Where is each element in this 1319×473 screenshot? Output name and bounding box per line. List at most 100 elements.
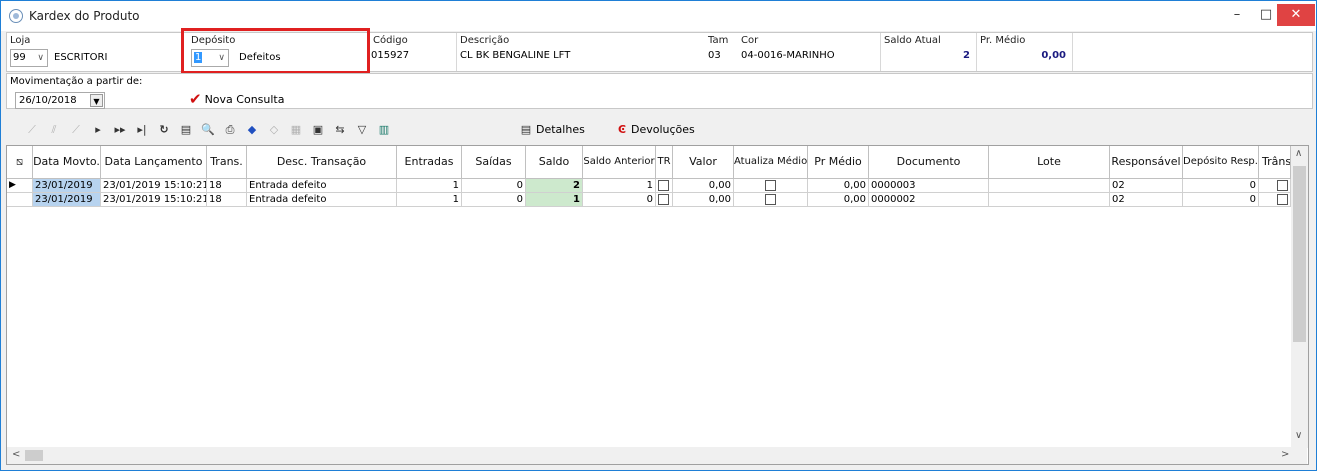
- tam-label: Tam: [708, 35, 729, 46]
- tr-checkbox[interactable]: [658, 193, 669, 205]
- cell-trans[interactable]: 18: [207, 193, 247, 207]
- cor-field: Cor 04-0016-MARINHO: [741, 33, 881, 71]
- cell-saldo[interactable]: 1: [526, 193, 583, 207]
- close-button[interactable]: ✕: [1277, 4, 1315, 26]
- cell-data-lancamento[interactable]: 23/01/2019 15:10:21: [101, 179, 207, 193]
- cell-documento[interactable]: 0000003: [869, 179, 989, 193]
- kardex-grid[interactable]: ⧅ Data Movto. Data Lançamento Trans. Des…: [6, 145, 1309, 465]
- cell-data-movto[interactable]: 23/01/2019: [33, 179, 101, 193]
- col-saidas[interactable]: Saídas: [462, 146, 526, 178]
- grid-header: ⧅ Data Movto. Data Lançamento Trans. Des…: [7, 146, 1307, 179]
- calendar-dropdown-icon[interactable]: ▼: [90, 94, 103, 107]
- codigo-field: Código 015927: [370, 33, 457, 71]
- tam-field: Tam 03: [704, 33, 741, 71]
- devolucoes-button[interactable]: Devoluções: [631, 121, 695, 139]
- cell-pr-medio[interactable]: 0,00: [808, 193, 869, 207]
- col-lote[interactable]: Lote: [989, 146, 1110, 178]
- col-pr-medio[interactable]: Pr Médio: [808, 146, 869, 178]
- excel-icon[interactable]: ▥: [375, 121, 393, 139]
- export-icon[interactable]: ⇆: [331, 121, 349, 139]
- col-atualiza-medio[interactable]: Atualiza Médio: [734, 146, 808, 178]
- cell-deposito-resp[interactable]: 0: [1183, 193, 1259, 207]
- preview-icon[interactable]: 🔍: [199, 121, 217, 139]
- detalhes-button[interactable]: Detalhes: [536, 121, 585, 139]
- saldo-atual-field: Saldo Atual 2: [881, 33, 977, 71]
- row-indicator-header: ⧅: [7, 146, 33, 178]
- cell-data-movto[interactable]: 23/01/2019: [33, 193, 101, 207]
- kardex-window: Kardex do Produto – □ ✕ Loja 99 ∨ ESCRITO…: [0, 0, 1317, 471]
- col-saldo-anterior[interactable]: Saldo Anterior: [583, 146, 656, 178]
- cell-documento[interactable]: 0000002: [869, 193, 989, 207]
- col-documento[interactable]: Documento: [869, 146, 989, 178]
- cell-data-lancamento[interactable]: 23/01/2019 15:10:21: [101, 193, 207, 207]
- col-deposito-resp[interactable]: Depósito Resp.: [1183, 146, 1259, 178]
- transito-checkbox[interactable]: [1277, 179, 1288, 191]
- cell-lote[interactable]: [989, 179, 1110, 193]
- properties-icon[interactable]: ▤: [177, 121, 195, 139]
- col-data-lancamento[interactable]: Data Lançamento: [101, 146, 207, 178]
- print-icon[interactable]: ⎙: [221, 121, 239, 139]
- horizontal-scroll-thumb[interactable]: [25, 450, 43, 461]
- col-transito[interactable]: Trâns: [1259, 146, 1291, 178]
- cell-atualiza-medio: [734, 193, 808, 207]
- table-row[interactable]: 23/01/2019 23/01/2019 15:10:21 18 Entrad…: [7, 193, 1297, 207]
- col-responsavel[interactable]: Responsável: [1110, 146, 1183, 178]
- last-record-icon[interactable]: ▸|: [133, 121, 151, 139]
- cell-desc-transacao[interactable]: Entrada defeito: [247, 193, 397, 207]
- scroll-right-icon[interactable]: >: [1281, 449, 1289, 460]
- atualiza-medio-checkbox[interactable]: [765, 193, 776, 205]
- loja-name: ESCRITORI: [54, 52, 108, 63]
- transito-checkbox[interactable]: [1277, 193, 1288, 205]
- nova-consulta-button[interactable]: ✔ Nova Consulta: [189, 89, 284, 108]
- codigo-label: Código: [373, 35, 408, 46]
- cell-saidas[interactable]: 0: [462, 179, 526, 193]
- cell-entradas[interactable]: 1: [397, 179, 462, 193]
- atualiza-medio-checkbox[interactable]: [765, 179, 776, 191]
- cell-valor[interactable]: 0,00: [673, 179, 734, 193]
- vertical-scroll-thumb[interactable]: [1293, 166, 1306, 342]
- prior-icon[interactable]: ⟋: [67, 121, 85, 139]
- col-data-movto[interactable]: Data Movto.: [33, 146, 101, 178]
- col-valor[interactable]: Valor: [673, 146, 734, 178]
- next-page-icon[interactable]: ▸▸: [111, 121, 129, 139]
- cell-saidas[interactable]: 0: [462, 193, 526, 207]
- cell-entradas[interactable]: 1: [397, 193, 462, 207]
- col-trans[interactable]: Trans.: [207, 146, 247, 178]
- cell-deposito-resp[interactable]: 0: [1183, 179, 1259, 193]
- cell-trans[interactable]: 18: [207, 179, 247, 193]
- col-saldo[interactable]: Saldo: [526, 146, 583, 178]
- tr-checkbox[interactable]: [658, 179, 669, 191]
- cell-lote[interactable]: [989, 193, 1110, 207]
- col-desc-transacao[interactable]: Desc. Transação: [247, 146, 397, 178]
- scroll-up-icon[interactable]: ∧: [1295, 148, 1302, 159]
- current-row-indicator-icon: ▶: [7, 179, 33, 193]
- next-icon[interactable]: ▸: [89, 121, 107, 139]
- cell-saldo-anterior[interactable]: 1: [583, 179, 656, 193]
- cell-responsavel[interactable]: 02: [1110, 193, 1183, 207]
- col-entradas[interactable]: Entradas: [397, 146, 462, 178]
- filter-icon[interactable]: ▽: [353, 121, 371, 139]
- loja-code: 99: [13, 52, 26, 63]
- cell-responsavel[interactable]: 02: [1110, 179, 1183, 193]
- tag-icon[interactable]: ◆: [243, 121, 261, 139]
- loja-select[interactable]: 99 ∨: [10, 49, 48, 67]
- vertical-scrollbar[interactable]: ∧ ∨: [1291, 146, 1308, 448]
- saldo-atual-value: 2: [963, 50, 970, 61]
- col-tr[interactable]: TR: [656, 146, 673, 178]
- descricao-label: Descrição: [460, 35, 510, 46]
- cell-pr-medio[interactable]: 0,00: [808, 179, 869, 193]
- image-icon[interactable]: ▣: [309, 121, 327, 139]
- cor-label: Cor: [741, 35, 759, 46]
- prior-page-icon[interactable]: ⫽: [45, 121, 63, 139]
- first-record-icon[interactable]: ⟋: [23, 121, 41, 139]
- scroll-down-icon[interactable]: ∨: [1295, 430, 1302, 441]
- cell-saldo[interactable]: 2: [526, 179, 583, 193]
- cell-saldo-anterior[interactable]: 0: [583, 193, 656, 207]
- horizontal-scrollbar[interactable]: < >: [7, 447, 1307, 464]
- cell-desc-transacao[interactable]: Entrada defeito: [247, 179, 397, 193]
- cell-valor[interactable]: 0,00: [673, 193, 734, 207]
- refresh-icon[interactable]: ↻: [155, 121, 173, 139]
- table-row[interactable]: ▶ 23/01/2019 23/01/2019 15:10:21 18 Entr…: [7, 179, 1297, 193]
- date-picker[interactable]: 26/10/2018 ▼: [15, 92, 105, 109]
- scroll-left-icon[interactable]: <: [12, 449, 20, 460]
